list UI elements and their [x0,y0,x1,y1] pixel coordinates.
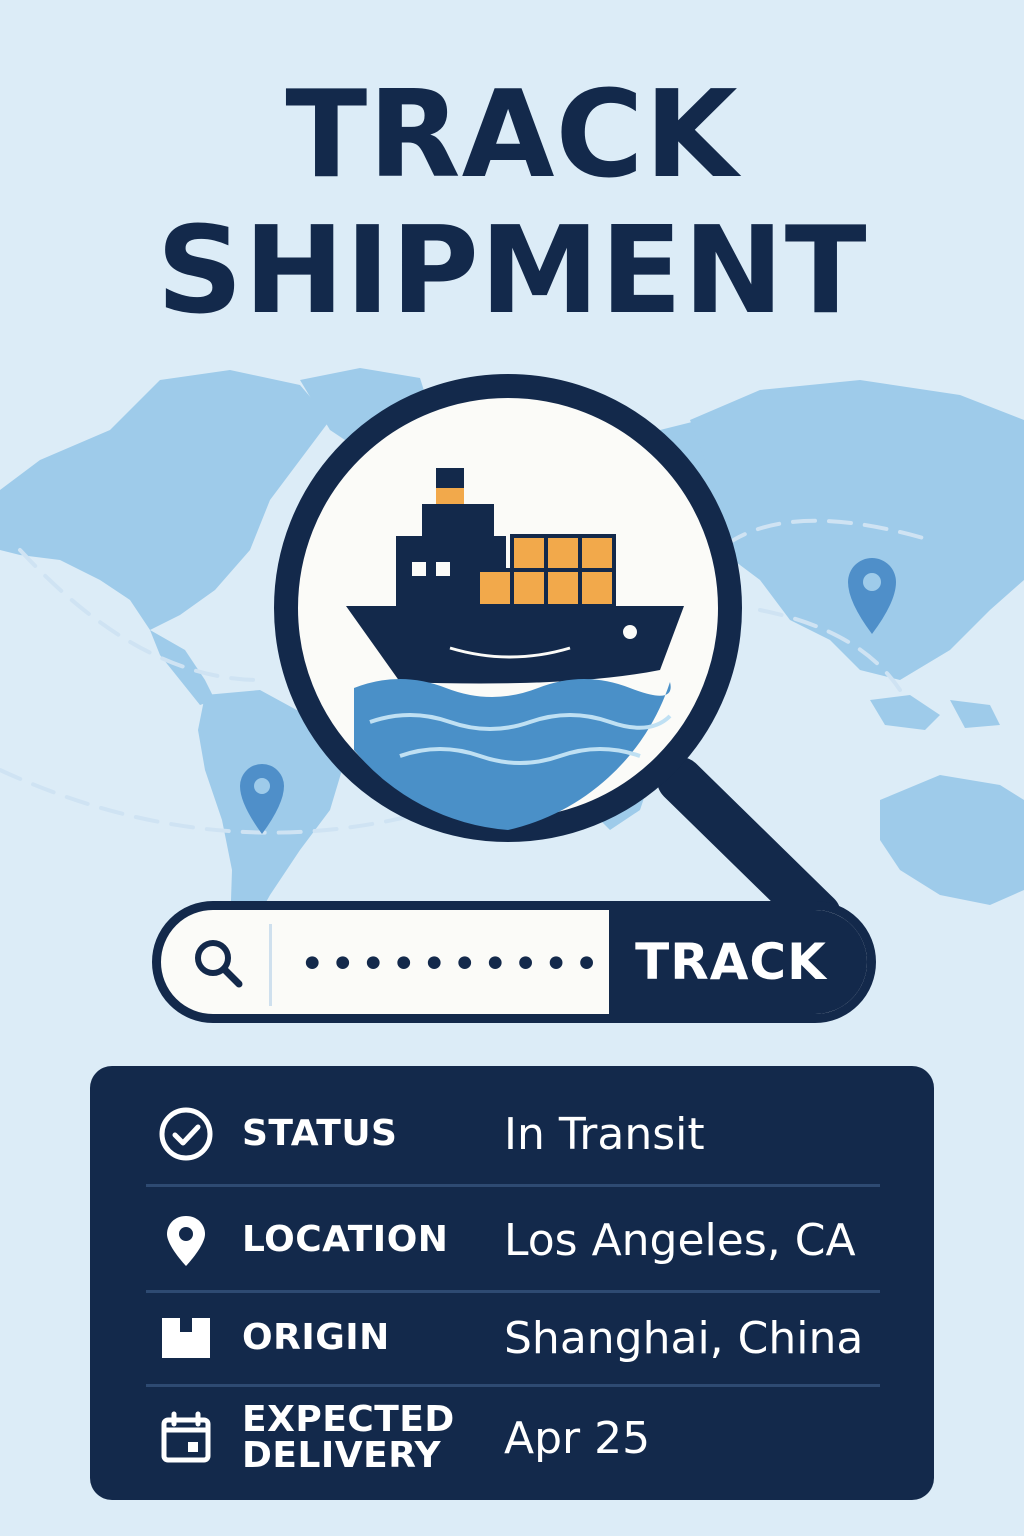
origin-label: ORIGIN [242,1317,390,1358]
map-pin-icon [158,1212,214,1268]
expected-delivery-label: EXPECTED DELIVERY [242,1399,455,1476]
tracking-search-bar: TRACK [152,901,876,1023]
tracking-number-input[interactable] [283,924,619,1004]
page-title-line-2: SHIPMENT [156,202,868,341]
expected-delivery-row: EXPECTED DELIVERY Apr 25 [146,1390,880,1486]
check-circle-icon [158,1106,214,1162]
location-label: LOCATION [242,1219,449,1260]
magnifier-icon [274,374,841,930]
location-row: LOCATION Los Angeles, CA [146,1192,880,1288]
shipment-details-panel: STATUS In Transit LOCATION Los Angeles, … [90,1066,934,1500]
status-label: STATUS [242,1113,398,1154]
row-divider [146,1184,880,1187]
page-title-line-1: TRACK [285,66,739,205]
expected-delivery-value: Apr 25 [504,1412,651,1464]
row-divider [146,1384,880,1387]
status-value: In Transit [504,1108,705,1160]
location-value: Los Angeles, CA [504,1214,856,1266]
status-row: STATUS In Transit [146,1086,880,1182]
origin-row: ORIGIN Shanghai, China [146,1290,880,1386]
search-divider [269,924,272,1006]
calendar-icon [158,1410,214,1466]
package-icon [158,1310,214,1366]
search-icon[interactable] [189,934,247,992]
origin-value: Shanghai, China [504,1312,864,1364]
track-button[interactable]: TRACK [609,910,867,1014]
